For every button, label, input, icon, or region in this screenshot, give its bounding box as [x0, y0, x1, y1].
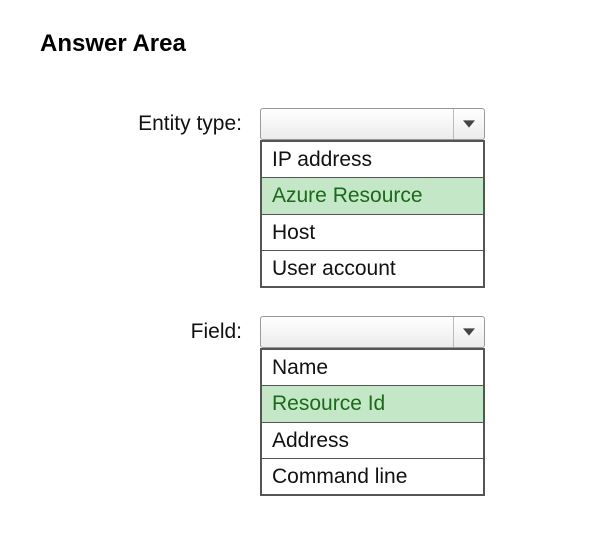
dropdown-wrap: NameResource IdAddressCommand line — [260, 316, 485, 496]
dropdown-option[interactable]: Resource Id — [262, 386, 483, 422]
dropdown-option[interactable]: IP address — [262, 142, 483, 178]
form-row: Entity type:IP addressAzure ResourceHost… — [40, 108, 564, 288]
dropdown-list: IP addressAzure ResourceHostUser account — [260, 140, 485, 288]
dropdown-divider — [453, 109, 454, 139]
dropdown-option[interactable]: Name — [262, 350, 483, 386]
dropdown-list: NameResource IdAddressCommand line — [260, 348, 485, 496]
dropdown-toggle[interactable] — [260, 108, 485, 140]
dropdown-option[interactable]: Address — [262, 423, 483, 459]
dropdown-option[interactable]: Host — [262, 215, 483, 251]
form-row: Field:NameResource IdAddressCommand line — [40, 316, 564, 496]
chevron-down-icon — [462, 117, 476, 131]
dropdown-toggle[interactable] — [260, 316, 485, 348]
dropdown-option[interactable]: Azure Resource — [262, 178, 483, 214]
chevron-down-icon — [462, 325, 476, 339]
dropdown-divider — [453, 317, 454, 347]
page-title: Answer Area — [40, 30, 564, 58]
dropdown-option[interactable]: User account — [262, 251, 483, 286]
dropdown-option[interactable]: Command line — [262, 459, 483, 494]
dropdown-wrap: IP addressAzure ResourceHostUser account — [260, 108, 485, 288]
form-area: Entity type:IP addressAzure ResourceHost… — [40, 108, 564, 496]
field-label: Field: — [40, 316, 260, 348]
field-label: Entity type: — [40, 108, 260, 140]
